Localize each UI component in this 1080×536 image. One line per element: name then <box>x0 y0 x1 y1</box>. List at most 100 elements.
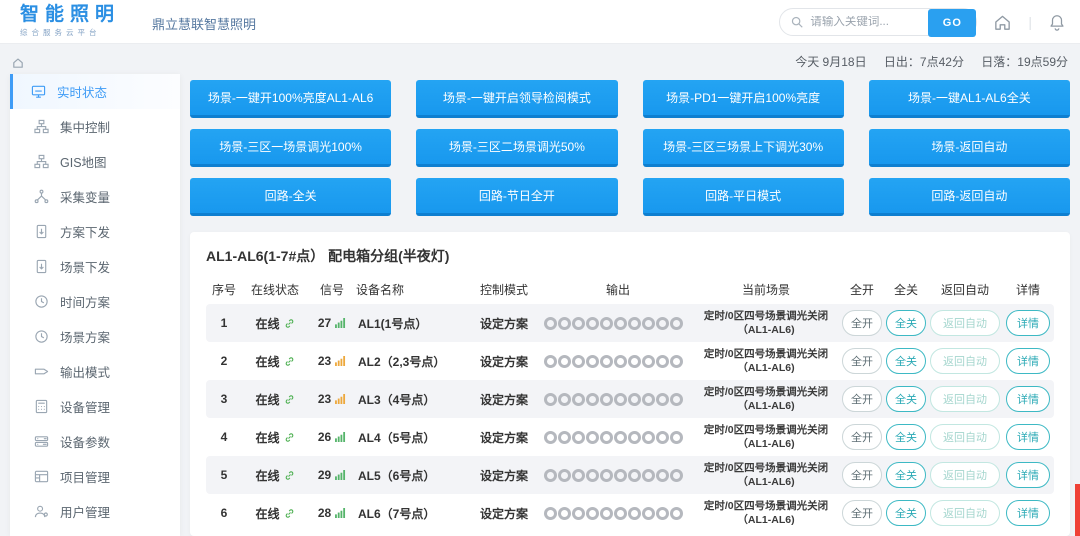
circuit-button[interactable]: 回路-节日全开 <box>416 178 617 216</box>
all-open-button[interactable]: 全开 <box>842 310 882 336</box>
output-ring <box>586 431 599 444</box>
circuit-button[interactable]: 回路-平日模式 <box>643 178 844 216</box>
sidebar-item-label: 时间方案 <box>60 292 110 311</box>
output-ring <box>628 507 641 520</box>
return-auto-button[interactable]: 返回自动 <box>930 386 1000 412</box>
current-scene: 定时/0区四号场景调光关闭（AL1-AL6) <box>692 309 840 337</box>
output-ring <box>558 469 571 482</box>
all-close-button[interactable]: 全关 <box>886 310 926 336</box>
col-header-output: 输出 <box>544 281 692 298</box>
home-icon[interactable] <box>993 13 1012 32</box>
breadcrumb-home-icon[interactable] <box>12 56 24 74</box>
detail-button[interactable]: 详情 <box>1006 462 1050 488</box>
control-mode: 设定方案 <box>464 467 544 484</box>
link-icon <box>284 432 295 443</box>
all-close-button[interactable]: 全关 <box>886 348 926 374</box>
table-row: 4 在线 26 AL4（5号点） 设定方案 定时/0区四号场景调光关闭（AL1-… <box>206 418 1054 456</box>
sidebar-item-scene-plan[interactable]: 场景方案 <box>10 319 180 354</box>
sidebar-item-collect-variables[interactable]: 采集变量 <box>10 179 180 214</box>
col-header-open: 全开 <box>840 281 884 298</box>
output-ring <box>586 317 599 330</box>
all-close-button[interactable]: 全关 <box>886 500 926 526</box>
output-ring <box>586 393 599 406</box>
output-indicators <box>544 431 692 444</box>
device-name: AL1(1号点） <box>356 315 464 332</box>
output-ring <box>572 469 585 482</box>
output-ring <box>642 317 655 330</box>
sidebar-item-time-plan[interactable]: 时间方案 <box>10 284 180 319</box>
output-ring <box>572 317 585 330</box>
search-input[interactable] <box>810 16 928 28</box>
output-ring <box>642 469 655 482</box>
scene-button[interactable]: 场景-三区二场景调光50% <box>416 129 617 167</box>
all-open-button[interactable]: 全开 <box>842 500 882 526</box>
return-auto-button[interactable]: 返回自动 <box>930 424 1000 450</box>
detail-button[interactable]: 详情 <box>1006 386 1050 412</box>
output-ring <box>670 431 683 444</box>
all-close-button[interactable]: 全关 <box>886 386 926 412</box>
output-ring <box>642 431 655 444</box>
return-auto-button[interactable]: 返回自动 <box>930 348 1000 374</box>
sidebar-item-device-params[interactable]: 设备参数 <box>10 424 180 459</box>
all-close-button[interactable]: 全关 <box>886 424 926 450</box>
sunrise-time: 日出：7点42分 <box>884 55 964 69</box>
sidebar-item-label: GIS地图 <box>60 152 107 171</box>
output-ring <box>628 469 641 482</box>
output-ring <box>614 507 627 520</box>
sidebar-item-realtime-status[interactable]: 实时状态 <box>10 74 180 109</box>
circuit-button[interactable]: 回路-全关 <box>190 178 391 216</box>
bell-icon[interactable] <box>1048 13 1066 32</box>
col-header-close: 全关 <box>884 281 928 298</box>
sidebar-item-device-management[interactable]: 设备管理 <box>10 389 180 424</box>
branch-icon <box>34 189 49 204</box>
sidebar-item-central-control[interactable]: 集中控制 <box>10 109 180 144</box>
header-divider: | <box>1028 14 1032 30</box>
return-auto-button[interactable]: 返回自动 <box>930 462 1000 488</box>
return-auto-button[interactable]: 返回自动 <box>930 310 1000 336</box>
col-header-detail: 详情 <box>1002 281 1054 298</box>
sidebar-item-scene-dispatch[interactable]: 场景下发 <box>10 249 180 284</box>
scene-button[interactable]: 场景-三区一场景调光100% <box>190 129 391 167</box>
sidebar-item-plan-dispatch[interactable]: 方案下发 <box>10 214 180 249</box>
scene-button[interactable]: 场景-一键开100%亮度AL1-AL6 <box>190 80 391 118</box>
search-box[interactable]: GO <box>779 8 977 36</box>
col-header-scene: 当前场景 <box>692 281 840 298</box>
detail-button[interactable]: 详情 <box>1006 348 1050 374</box>
scene-button[interactable]: 场景-三区三场景上下调光30% <box>643 129 844 167</box>
signal-icon <box>335 318 346 328</box>
scene-button[interactable]: 场景-PD1一键开启100%亮度 <box>643 80 844 118</box>
link-icon <box>284 470 295 481</box>
scrollbar-thumb[interactable] <box>1075 484 1080 536</box>
all-open-button[interactable]: 全开 <box>842 348 882 374</box>
all-open-button[interactable]: 全开 <box>842 462 882 488</box>
signal-icon <box>335 470 346 480</box>
return-auto-button[interactable]: 返回自动 <box>930 500 1000 526</box>
scene-button[interactable]: 场景-一键开启领导检阅模式 <box>416 80 617 118</box>
all-close-button[interactable]: 全关 <box>886 462 926 488</box>
output-ring <box>670 393 683 406</box>
output-ring <box>558 431 571 444</box>
sidebar-item-user-management[interactable]: 用户管理 <box>10 494 180 529</box>
sidebar-item-gis-map[interactable]: GIS地图 <box>10 144 180 179</box>
scene-button[interactable]: 场景-返回自动 <box>869 129 1070 167</box>
detail-button[interactable]: 详情 <box>1006 424 1050 450</box>
control-mode: 设定方案 <box>464 429 544 446</box>
output-ring <box>600 393 613 406</box>
detail-button[interactable]: 详情 <box>1006 500 1050 526</box>
circuit-button[interactable]: 回路-返回自动 <box>869 178 1070 216</box>
device-name: AL5（6号点） <box>356 467 464 484</box>
all-open-button[interactable]: 全开 <box>842 424 882 450</box>
sidebar: 实时状态 集中控制 GIS地图 采集变量 方案下发 场景下发 时间方案 场景方案… <box>10 74 180 536</box>
sidebar-item-project-management[interactable]: 项目管理 <box>10 459 180 494</box>
sidebar-item-output-mode[interactable]: 输出模式 <box>10 354 180 389</box>
go-button[interactable]: GO <box>928 9 976 37</box>
signal-value: 28 <box>318 506 331 520</box>
output-ring <box>572 393 585 406</box>
scene-button[interactable]: 场景-一键AL1-AL6全关 <box>869 80 1070 118</box>
link-icon <box>284 508 295 519</box>
output-ring <box>544 393 557 406</box>
output-indicators <box>544 355 692 368</box>
output-ring <box>558 393 571 406</box>
detail-button[interactable]: 详情 <box>1006 310 1050 336</box>
all-open-button[interactable]: 全开 <box>842 386 882 412</box>
